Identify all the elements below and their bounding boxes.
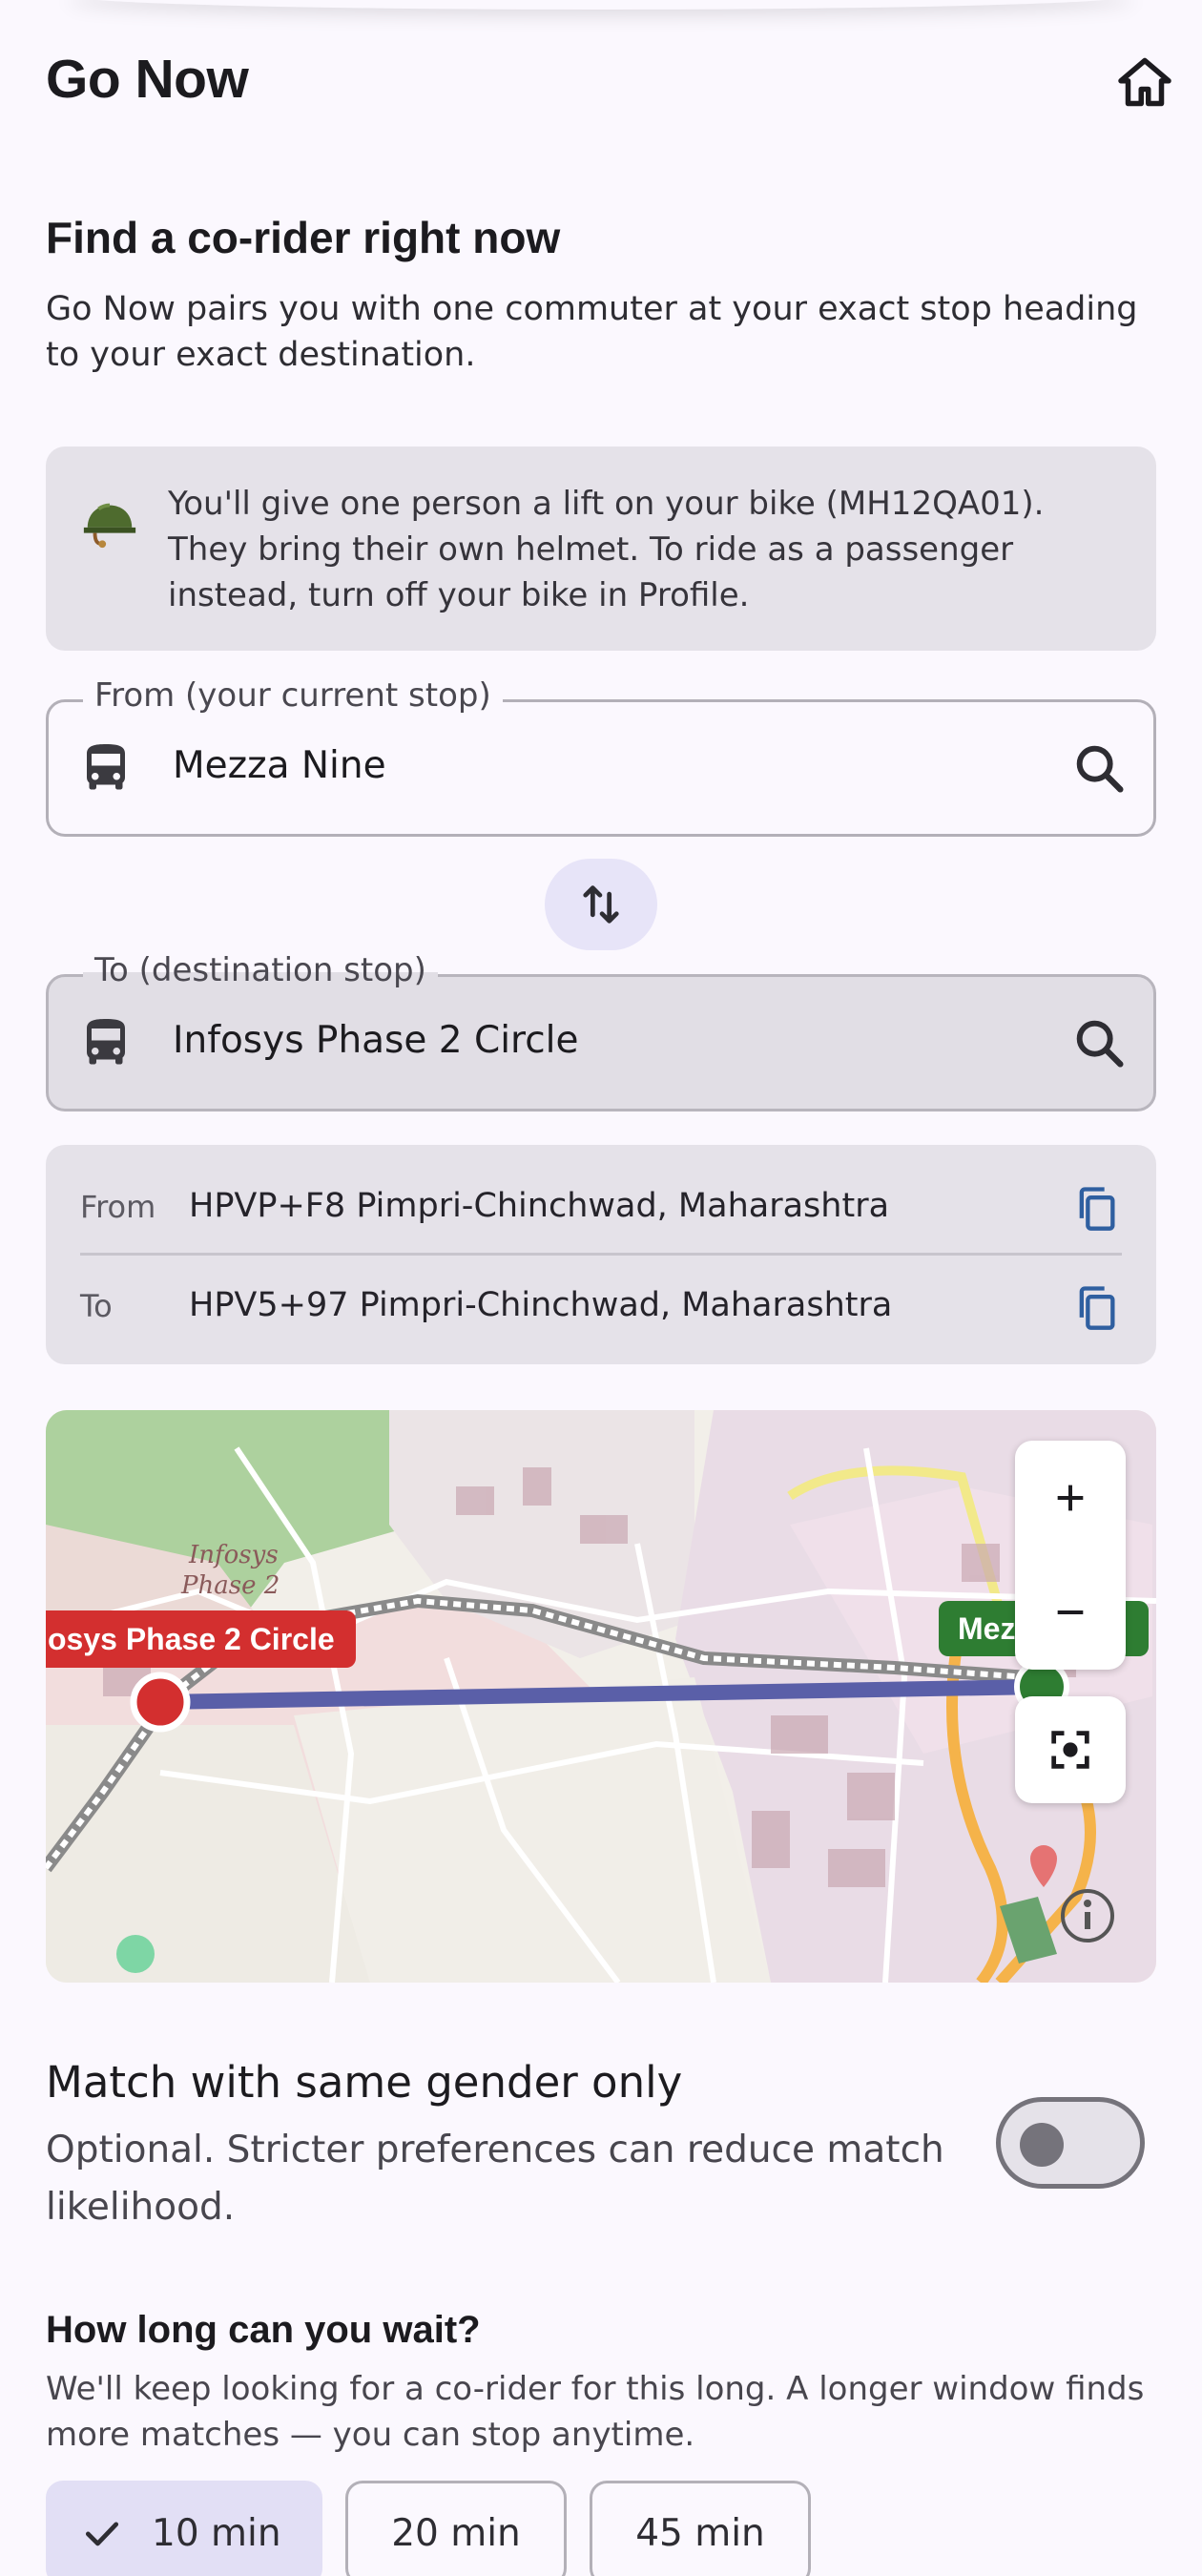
route-map[interactable]: Infosys Phase 2 osys Phase 2 Circle Mez	[46, 1410, 1156, 1983]
svg-text:Infosys: Infosys	[188, 1541, 279, 1569]
wait-chip-20-min[interactable]: 20 min	[345, 2481, 567, 2576]
home-button[interactable]	[1110, 48, 1179, 116]
to-address-row: To HPV5+97 Pimpri-Chinchwad, Maharashtra	[46, 1254, 1156, 1353]
page-title: Go Now	[46, 49, 249, 110]
svg-text:Phase 2: Phase 2	[180, 1571, 280, 1600]
bike-info-card: You'll give one person a lift on your bi…	[46, 447, 1156, 651]
from-stop-value: Mezza Nine	[173, 744, 386, 787]
plus-icon	[1057, 1485, 1084, 1511]
zoom-in-button[interactable]	[1015, 1441, 1126, 1555]
destination-map-label: osys Phase 2 Circle	[46, 1610, 356, 1668]
center-focus-icon	[1051, 1731, 1089, 1769]
destination-marker[interactable]	[130, 1672, 191, 1733]
home-icon	[1118, 57, 1171, 107]
copy-icon[interactable]	[1071, 1280, 1121, 1334]
wait-chip-label: 10 min	[152, 2511, 281, 2555]
wait-subtitle: We'll keep looking for a co-rider for th…	[46, 2370, 1145, 2454]
to-address-value: HPV5+97 Pimpri-Chinchwad, Maharashtra	[189, 1286, 893, 1324]
recenter-button[interactable]	[1015, 1696, 1126, 1803]
wait-chip-label: 45 min	[635, 2511, 765, 2555]
bike-info-text: You'll give one person a lift on your bi…	[168, 485, 1045, 614]
from-address-key: From	[80, 1189, 156, 1225]
to-stop-field[interactable]: To (destination stop) Infosys Phase 2 Ci…	[46, 951, 1156, 1111]
address-card: From HPVP+F8 Pimpri-Chinchwad, Maharasht…	[46, 1145, 1156, 1364]
section-heading: Find a co-rider right now	[46, 213, 561, 262]
to-stop-value: Infosys Phase 2 Circle	[173, 1019, 579, 1062]
gender-toggle-title: Match with same gender only	[46, 2057, 683, 2108]
map-tiles: Infosys Phase 2	[46, 1410, 1156, 1983]
zoom-out-button[interactable]	[1015, 1555, 1126, 1670]
zoom-control	[1015, 1441, 1126, 1670]
bus-icon	[87, 1019, 125, 1065]
check-icon	[85, 2522, 119, 2546]
swap-stops-button[interactable]	[545, 859, 657, 950]
to-address-key: To	[80, 1288, 113, 1324]
bus-icon	[87, 744, 125, 790]
gender-toggle-subtitle: Optional. Stricter preferences can reduc…	[46, 2129, 944, 2229]
from-stop-field[interactable]: From (your current stop) Mezza Nine	[46, 676, 1156, 837]
from-address-value: HPVP+F8 Pimpri-Chinchwad, Maharashtra	[189, 1187, 890, 1225]
section-description: Go Now pairs you with one commuter at yo…	[46, 290, 1138, 374]
from-address-row: From HPVP+F8 Pimpri-Chinchwad, Maharasht…	[46, 1154, 1156, 1254]
copy-icon[interactable]	[1071, 1181, 1121, 1235]
minus-icon	[1057, 1610, 1084, 1614]
swap-vert-icon	[583, 885, 619, 924]
wait-title: How long can you wait?	[46, 2309, 481, 2351]
wait-chip-10-min[interactable]: 10 min	[46, 2481, 322, 2576]
from-field-label: From (your current stop)	[83, 676, 503, 715]
search-icon[interactable]	[1069, 1013, 1130, 1074]
to-field-label: To (destination stop)	[83, 951, 438, 989]
helmet-icon	[83, 503, 136, 549]
search-icon[interactable]	[1069, 738, 1130, 800]
switch-knob	[1020, 2123, 1064, 2167]
same-gender-switch[interactable]	[996, 2097, 1145, 2189]
wait-chip-45-min[interactable]: 45 min	[590, 2481, 811, 2576]
wait-chip-label: 20 min	[391, 2511, 521, 2555]
